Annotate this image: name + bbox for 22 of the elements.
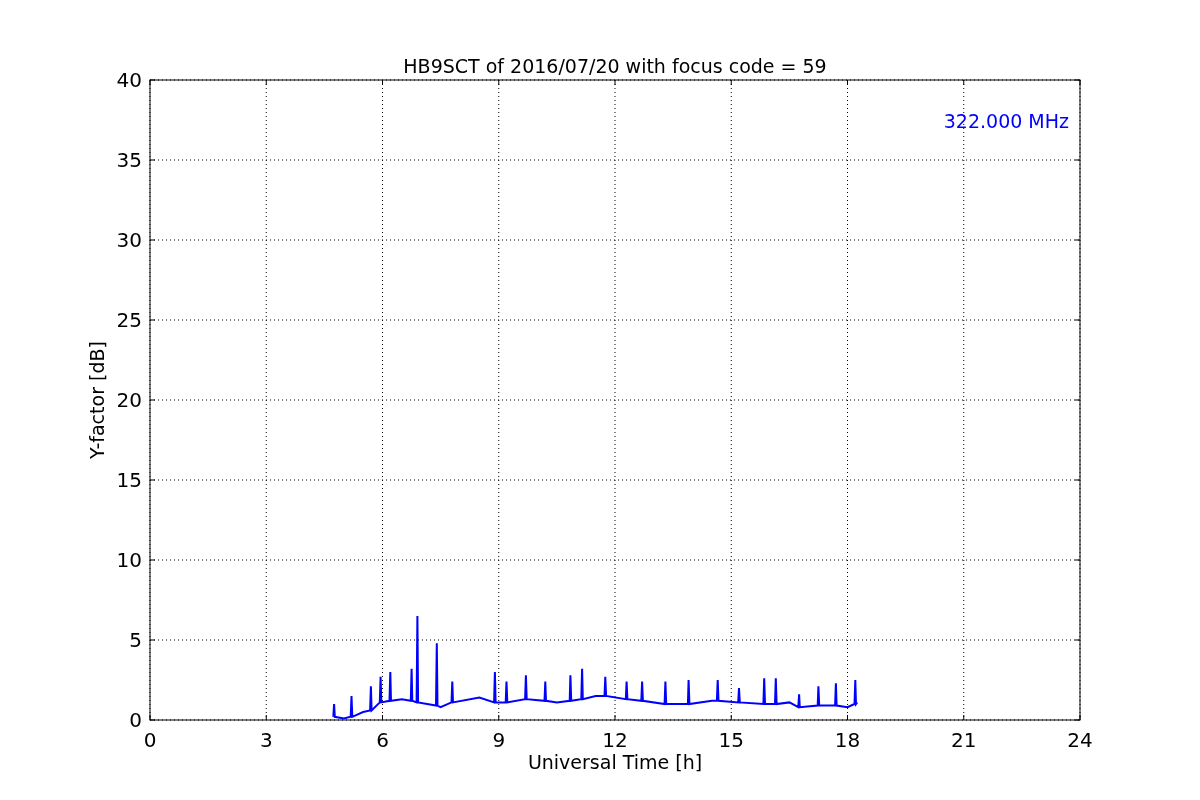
x-tick-label: 12	[602, 728, 628, 752]
x-tick-label: 18	[834, 728, 861, 752]
y-tick-label: 20	[116, 388, 142, 412]
y-tick-label: 15	[116, 468, 142, 492]
x-tick-label: 9	[492, 728, 506, 752]
y-tick-label: 35	[116, 148, 142, 172]
x-axis-label: Universal Time [h]	[527, 751, 703, 773]
x-tick-label: 15	[718, 728, 744, 752]
y-tick-label: 5	[129, 628, 142, 652]
y-tick-label: 0	[129, 708, 142, 732]
frequency-label: 322.000 MHz	[943, 110, 1069, 132]
x-tick-label: 21	[951, 728, 977, 752]
x-tick-label: 3	[259, 728, 273, 752]
x-tick-label: 24	[1067, 728, 1093, 752]
y-tick-label: 10	[116, 548, 142, 572]
x-tick-label: 0	[143, 728, 157, 752]
y-tick-label: 30	[116, 228, 142, 252]
x-tick-label: 6	[376, 728, 389, 752]
chart-title: HB9SCT of 2016/07/20 with focus code = 59	[403, 55, 827, 77]
y-tick-label: 40	[116, 68, 142, 92]
y-tick-label: 25	[116, 308, 142, 332]
y-axis-label: Y-factor [dB]	[86, 341, 108, 459]
